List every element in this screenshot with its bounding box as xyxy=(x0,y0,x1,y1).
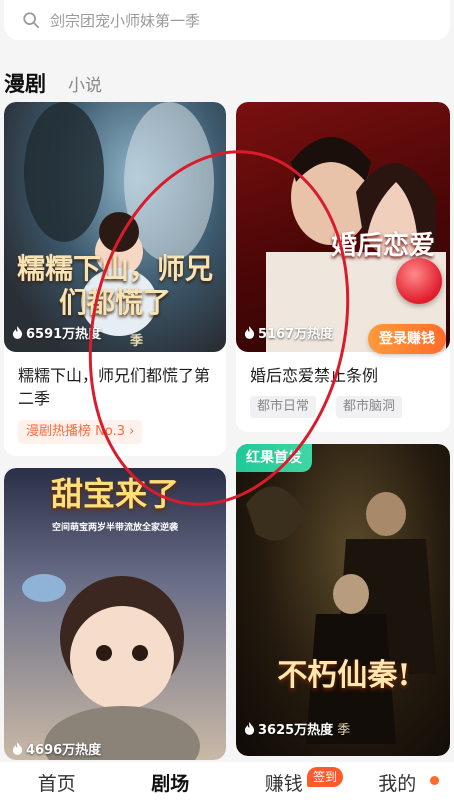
poster-title-3: 甜宝来了 xyxy=(50,475,179,513)
category-tabs: 漫剧 小说 xyxy=(0,58,454,98)
flame-icon xyxy=(244,326,255,339)
drama-title-2[interactable]: 婚后恋爱禁止条例 xyxy=(250,364,446,387)
drama-cover-4[interactable]: 不朽仙秦! 3625万热度 季 xyxy=(236,444,450,756)
cover-art-warriors xyxy=(246,486,436,744)
bottom-nav: 首页 剧场 赚钱 我的 xyxy=(0,762,454,806)
heat-count-3: 4696万热度 xyxy=(12,739,101,758)
genre-tag[interactable]: 都市日常 xyxy=(250,396,317,418)
poster-sub-3: 空间萌宝两岁半带流放全家逆袭 xyxy=(51,523,178,533)
flame-icon xyxy=(12,326,23,339)
poster-title-1: 糯糯下山，师兄们都慌了 xyxy=(16,252,213,319)
premiere-badge: 红果首发 xyxy=(236,444,312,472)
drama-title-1[interactable]: 糯糯下山，师兄们都慌了第二季 xyxy=(18,364,214,410)
drama-card-3[interactable]: 甜宝来了 空间萌宝两岁半带流放全家逆袭 4696万热度 xyxy=(4,468,226,760)
poster-sub-1: 季 xyxy=(130,334,144,349)
search-icon xyxy=(23,12,40,29)
genre-tag[interactable]: 都市脑洞 xyxy=(336,396,403,418)
rank-badge[interactable]: 漫剧热播榜 No.3 › xyxy=(18,420,143,444)
cover-art-couple xyxy=(266,137,446,352)
login-earn-button[interactable]: 登录赚钱 xyxy=(368,324,446,354)
notification-dot xyxy=(430,776,439,785)
drama-cover-1[interactable]: 糯糯下山，师兄们都慌了 季 6591万热度 xyxy=(4,102,226,352)
heat-count-2: 5167万热度 xyxy=(244,323,333,342)
flame-icon xyxy=(244,722,255,735)
reward-envelope-icon[interactable] xyxy=(396,258,442,304)
heat-count-1: 6591万热度 xyxy=(12,323,101,342)
nav-theater[interactable]: 剧场 xyxy=(114,762,228,806)
poster-title-4: 不朽仙秦! xyxy=(277,658,411,693)
search-bar[interactable]: 剑宗团宠小师妹第一季 xyxy=(4,0,450,40)
heat-count-4: 3625万热度 季 xyxy=(244,719,350,738)
poster-sub-4: 季 xyxy=(337,723,351,738)
drama-cover-3[interactable]: 甜宝来了 空间萌宝两岁半带流放全家逆袭 4696万热度 xyxy=(4,468,226,760)
search-placeholder: 剑宗团宠小师妹第一季 xyxy=(50,11,201,30)
drama-card-4[interactable]: 不朽仙秦! 3625万热度 季 红果首发 xyxy=(236,444,450,756)
flame-icon xyxy=(12,742,23,755)
tab-novel[interactable]: 小说 xyxy=(68,71,102,98)
drama-cover-2[interactable]: 婚后恋爱 5167万热度 xyxy=(236,102,450,352)
checkin-badge[interactable]: 签到 xyxy=(307,767,344,787)
drama-card-1[interactable]: 糯糯下山，师兄们都慌了 季 6591万热度 糯糯下山，师兄们都慌了第二季 漫剧热… xyxy=(4,102,226,456)
nav-home[interactable]: 首页 xyxy=(0,762,114,806)
tab-manju[interactable]: 漫剧 xyxy=(4,68,46,98)
